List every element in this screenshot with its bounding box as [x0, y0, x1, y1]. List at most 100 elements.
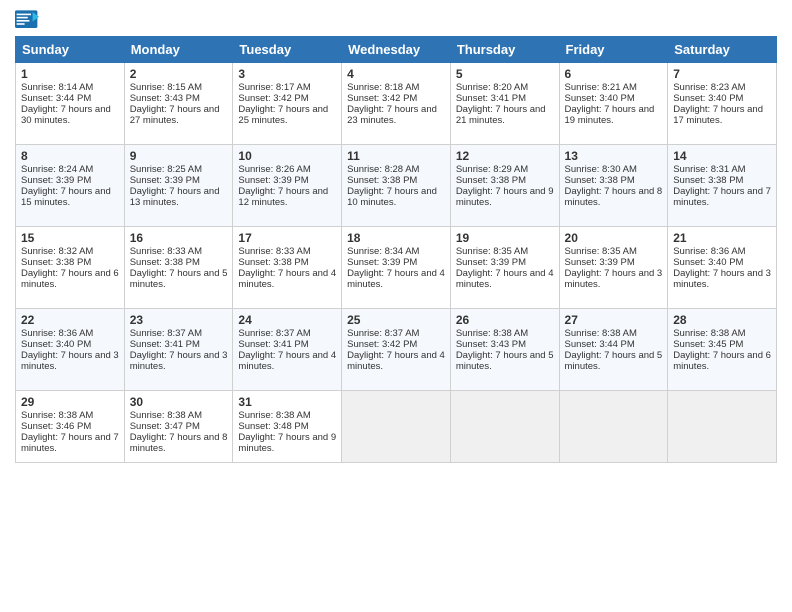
col-header-saturday: Saturday	[668, 37, 777, 63]
daylight: Daylight: 7 hours and 21 minutes.	[456, 104, 546, 126]
col-header-tuesday: Tuesday	[233, 37, 342, 63]
daylight: Daylight: 7 hours and 7 minutes.	[21, 432, 119, 454]
sunrise: Sunrise: 8:17 AM	[238, 82, 310, 93]
calendar-cell: 12Sunrise: 8:29 AMSunset: 3:38 PMDayligh…	[450, 145, 559, 227]
daylight: Daylight: 7 hours and 30 minutes.	[21, 104, 111, 126]
calendar-cell: 30Sunrise: 8:38 AMSunset: 3:47 PMDayligh…	[124, 391, 233, 463]
sunset: Sunset: 3:46 PM	[21, 421, 91, 432]
sunset: Sunset: 3:43 PM	[130, 93, 200, 104]
day-number: 13	[565, 149, 663, 163]
daylight: Daylight: 7 hours and 3 minutes.	[673, 268, 771, 290]
calendar-cell: 8Sunrise: 8:24 AMSunset: 3:39 PMDaylight…	[16, 145, 125, 227]
calendar-table: SundayMondayTuesdayWednesdayThursdayFrid…	[15, 36, 777, 463]
daylight: Daylight: 7 hours and 9 minutes.	[456, 186, 554, 208]
day-number: 5	[456, 67, 554, 81]
daylight: Daylight: 7 hours and 17 minutes.	[673, 104, 763, 126]
sunset: Sunset: 3:39 PM	[565, 257, 635, 268]
daylight: Daylight: 7 hours and 9 minutes.	[238, 432, 336, 454]
sunrise: Sunrise: 8:37 AM	[238, 328, 310, 339]
sunrise: Sunrise: 8:37 AM	[347, 328, 419, 339]
sunrise: Sunrise: 8:33 AM	[130, 246, 202, 257]
day-number: 3	[238, 67, 336, 81]
day-number: 6	[565, 67, 663, 81]
calendar-cell: 23Sunrise: 8:37 AMSunset: 3:41 PMDayligh…	[124, 309, 233, 391]
calendar-cell: 13Sunrise: 8:30 AMSunset: 3:38 PMDayligh…	[559, 145, 668, 227]
calendar-cell: 25Sunrise: 8:37 AMSunset: 3:42 PMDayligh…	[342, 309, 451, 391]
sunset: Sunset: 3:42 PM	[347, 339, 417, 350]
daylight: Daylight: 7 hours and 6 minutes.	[673, 350, 771, 372]
day-number: 7	[673, 67, 771, 81]
sunrise: Sunrise: 8:35 AM	[456, 246, 528, 257]
sunrise: Sunrise: 8:23 AM	[673, 82, 745, 93]
day-number: 22	[21, 313, 119, 327]
daylight: Daylight: 7 hours and 3 minutes.	[21, 350, 119, 372]
calendar-cell	[668, 391, 777, 463]
sunset: Sunset: 3:47 PM	[130, 421, 200, 432]
sunrise: Sunrise: 8:28 AM	[347, 164, 419, 175]
sunrise: Sunrise: 8:38 AM	[456, 328, 528, 339]
daylight: Daylight: 7 hours and 8 minutes.	[565, 186, 663, 208]
week-row: 29Sunrise: 8:38 AMSunset: 3:46 PMDayligh…	[16, 391, 777, 463]
calendar-cell: 5Sunrise: 8:20 AMSunset: 3:41 PMDaylight…	[450, 63, 559, 145]
sunrise: Sunrise: 8:30 AM	[565, 164, 637, 175]
day-number: 28	[673, 313, 771, 327]
calendar-cell: 31Sunrise: 8:38 AMSunset: 3:48 PMDayligh…	[233, 391, 342, 463]
calendar-cell: 28Sunrise: 8:38 AMSunset: 3:45 PMDayligh…	[668, 309, 777, 391]
sunrise: Sunrise: 8:34 AM	[347, 246, 419, 257]
calendar-cell: 27Sunrise: 8:38 AMSunset: 3:44 PMDayligh…	[559, 309, 668, 391]
day-number: 16	[130, 231, 228, 245]
day-number: 27	[565, 313, 663, 327]
daylight: Daylight: 7 hours and 4 minutes.	[238, 350, 336, 372]
day-number: 20	[565, 231, 663, 245]
sunrise: Sunrise: 8:25 AM	[130, 164, 202, 175]
sunset: Sunset: 3:38 PM	[347, 175, 417, 186]
sunrise: Sunrise: 8:15 AM	[130, 82, 202, 93]
sunrise: Sunrise: 8:33 AM	[238, 246, 310, 257]
sunset: Sunset: 3:40 PM	[673, 93, 743, 104]
sunset: Sunset: 3:41 PM	[456, 93, 526, 104]
header-row: SundayMondayTuesdayWednesdayThursdayFrid…	[16, 37, 777, 63]
sunrise: Sunrise: 8:31 AM	[673, 164, 745, 175]
day-number: 14	[673, 149, 771, 163]
calendar-cell: 6Sunrise: 8:21 AMSunset: 3:40 PMDaylight…	[559, 63, 668, 145]
day-number: 2	[130, 67, 228, 81]
sunrise: Sunrise: 8:21 AM	[565, 82, 637, 93]
calendar-cell: 10Sunrise: 8:26 AMSunset: 3:39 PMDayligh…	[233, 145, 342, 227]
col-header-sunday: Sunday	[16, 37, 125, 63]
sunrise: Sunrise: 8:20 AM	[456, 82, 528, 93]
sunset: Sunset: 3:38 PM	[21, 257, 91, 268]
sunset: Sunset: 3:39 PM	[21, 175, 91, 186]
header	[15, 10, 777, 30]
sunrise: Sunrise: 8:37 AM	[130, 328, 202, 339]
col-header-monday: Monday	[124, 37, 233, 63]
daylight: Daylight: 7 hours and 6 minutes.	[21, 268, 119, 290]
daylight: Daylight: 7 hours and 4 minutes.	[347, 350, 445, 372]
sunset: Sunset: 3:43 PM	[456, 339, 526, 350]
calendar-cell: 14Sunrise: 8:31 AMSunset: 3:38 PMDayligh…	[668, 145, 777, 227]
col-header-thursday: Thursday	[450, 37, 559, 63]
calendar-cell: 15Sunrise: 8:32 AMSunset: 3:38 PMDayligh…	[16, 227, 125, 309]
day-number: 19	[456, 231, 554, 245]
sunrise: Sunrise: 8:38 AM	[673, 328, 745, 339]
sunrise: Sunrise: 8:14 AM	[21, 82, 93, 93]
day-number: 30	[130, 395, 228, 409]
logo-icon	[15, 10, 39, 30]
daylight: Daylight: 7 hours and 8 minutes.	[130, 432, 228, 454]
sunset: Sunset: 3:40 PM	[21, 339, 91, 350]
sunrise: Sunrise: 8:18 AM	[347, 82, 419, 93]
daylight: Daylight: 7 hours and 10 minutes.	[347, 186, 437, 208]
calendar-cell: 21Sunrise: 8:36 AMSunset: 3:40 PMDayligh…	[668, 227, 777, 309]
sunset: Sunset: 3:45 PM	[673, 339, 743, 350]
day-number: 25	[347, 313, 445, 327]
calendar-cell: 22Sunrise: 8:36 AMSunset: 3:40 PMDayligh…	[16, 309, 125, 391]
calendar-cell: 4Sunrise: 8:18 AMSunset: 3:42 PMDaylight…	[342, 63, 451, 145]
sunrise: Sunrise: 8:26 AM	[238, 164, 310, 175]
day-number: 8	[21, 149, 119, 163]
calendar-cell: 2Sunrise: 8:15 AMSunset: 3:43 PMDaylight…	[124, 63, 233, 145]
calendar-cell: 1Sunrise: 8:14 AMSunset: 3:44 PMDaylight…	[16, 63, 125, 145]
sunset: Sunset: 3:44 PM	[21, 93, 91, 104]
daylight: Daylight: 7 hours and 13 minutes.	[130, 186, 220, 208]
calendar-cell: 17Sunrise: 8:33 AMSunset: 3:38 PMDayligh…	[233, 227, 342, 309]
day-number: 17	[238, 231, 336, 245]
daylight: Daylight: 7 hours and 23 minutes.	[347, 104, 437, 126]
